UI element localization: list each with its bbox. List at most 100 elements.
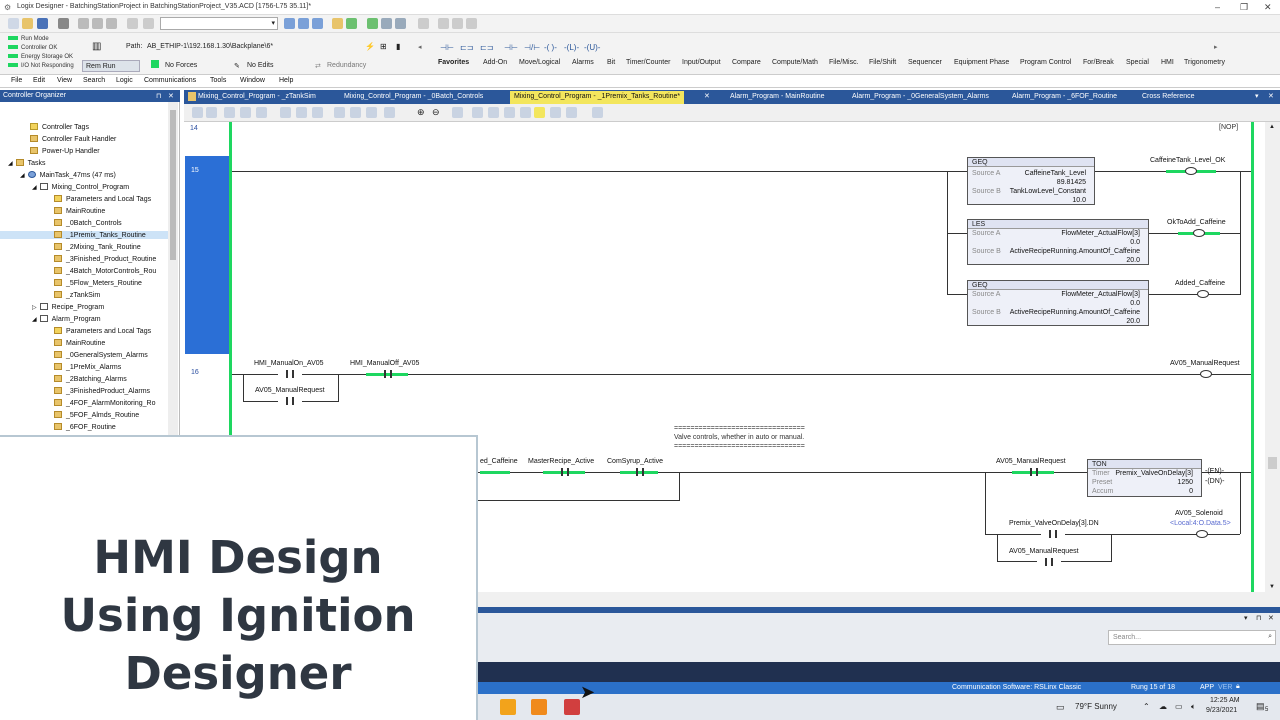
xio-contact[interactable] (376, 370, 400, 378)
xic-contact[interactable] (1041, 530, 1065, 538)
search-input[interactable]: Search... ⌕ (1108, 630, 1276, 645)
close-tab-icon[interactable]: ✕ (704, 92, 710, 100)
path-value[interactable]: AB_ETHIP-1\192.168.1.30\Backplane\6* (147, 43, 273, 50)
tree-item[interactable]: _1PreMix_Alarms (54, 363, 121, 371)
close-editor-icon[interactable]: ✕ (1268, 92, 1274, 100)
contact-tag[interactable]: HMI_ManualOff_AV05 (350, 360, 419, 367)
ote-coil[interactable] (1197, 290, 1209, 298)
panel-menu-icon[interactable]: ▾ (1244, 614, 1248, 622)
ote-coil[interactable] (1200, 370, 1212, 378)
ladder-tool-icon[interactable] (334, 107, 345, 118)
ladder-tool-icon[interactable] (592, 107, 603, 118)
ladder-tool-icon[interactable] (504, 107, 515, 118)
xic-contact[interactable] (278, 397, 302, 405)
editor-tab[interactable]: Alarm_Program - MainRoutine (726, 91, 829, 104)
ton-instruction[interactable]: TON Timer Premix_ValveOnDelay[3] Preset … (1087, 459, 1202, 497)
contact-tag[interactable]: ed_Caffeine (480, 458, 518, 465)
copy-icon[interactable] (92, 18, 103, 29)
ladder-tool-icon[interactable] (256, 107, 267, 118)
tree-item[interactable]: _6FOF_Routine (54, 423, 116, 431)
instr-tab[interactable]: Input/Output (682, 59, 721, 66)
editor-tab[interactable]: Mixing_Control_Program - _0Batch_Control… (340, 91, 487, 104)
menu-help[interactable]: Help (279, 77, 293, 84)
taskbar-app-icon[interactable] (531, 699, 547, 715)
instr-tab[interactable]: File/Shift (869, 59, 896, 66)
save-icon[interactable] (37, 18, 48, 29)
tree-item[interactable]: MainRoutine (54, 207, 105, 215)
mode-dropdown[interactable]: Rem Run (82, 60, 140, 72)
rung-comment[interactable]: Valve controls, whether in auto or manua… (674, 434, 804, 441)
pin-icon[interactable]: ⊓ (156, 92, 161, 100)
clock-time[interactable]: 12:25 AM (1210, 697, 1240, 704)
coil-tag[interactable]: OkToAdd_Caffeine (1167, 219, 1226, 226)
ote-coil[interactable] (1193, 229, 1205, 237)
window-icon[interactable] (452, 18, 463, 29)
scroll-right-icon[interactable]: ▸ (1214, 43, 1218, 51)
ladder-scrollbar[interactable]: ▲ ▼ (1265, 122, 1280, 607)
online-icon[interactable] (346, 18, 357, 29)
tree-item-tasks[interactable]: ◢ Tasks (8, 159, 46, 167)
instr-tab[interactable]: Trigonometry (1184, 59, 1225, 66)
coil-tag[interactable]: AV05_Solenoid (1175, 510, 1223, 517)
les-instruction[interactable]: LES Source A FlowMeter_ActualFlow[3] 0.0… (967, 219, 1149, 265)
find-next-icon[interactable] (298, 18, 309, 29)
tree-item[interactable]: Power-Up Handler (30, 147, 100, 155)
layout-icon[interactable] (438, 18, 449, 29)
editor-tab[interactable]: Alarm_Program - _0GeneralSystem_Alarms (848, 91, 993, 104)
operand-tag[interactable]: FlowMeter_ActualFlow[3] (1061, 291, 1140, 298)
clock-date[interactable]: 9/23/2021 (1206, 707, 1237, 714)
rung-selection-marker[interactable] (185, 156, 230, 354)
instr-tab[interactable]: Equipment Phase (954, 59, 1009, 66)
operand-tag[interactable]: TankLowLevel_Constant (1010, 188, 1086, 195)
tree-item[interactable]: Controller Tags (30, 123, 89, 131)
minimize-icon[interactable]: – (1215, 2, 1220, 12)
operand-tag[interactable]: CaffeineTank_Level (1025, 170, 1086, 177)
zoom-out-icon[interactable]: ⊖ (432, 107, 440, 118)
ladder-tool-icon[interactable] (384, 107, 395, 118)
browse-icon[interactable] (312, 18, 323, 29)
tree-item[interactable]: _4FOF_AlarmMonitoring_Ro (54, 399, 155, 407)
menu-window[interactable]: Window (240, 77, 265, 84)
editor-tab[interactable]: Mixing_Control_Program - _zTankSim (194, 91, 320, 104)
tree-item[interactable]: _2Mixing_Tank_Routine (54, 243, 141, 251)
paste-icon[interactable] (106, 18, 117, 29)
contact-tag[interactable]: HMI_ManualOn_AV05 (254, 360, 324, 367)
edits-status[interactable]: No Edits (247, 62, 273, 69)
search-combo[interactable]: ▾ (160, 17, 278, 30)
xic-icon[interactable]: ⊣⊢ (504, 43, 518, 52)
print-icon[interactable] (58, 18, 69, 29)
redo-icon[interactable] (143, 18, 154, 29)
ladder-tool-icon[interactable] (566, 107, 577, 118)
tree-item-maintask[interactable]: ◢ MainTask_47ms (47 ms) (20, 171, 116, 179)
editor-tab[interactable]: Alarm_Program - _6FOF_Routine (1008, 91, 1121, 104)
instr-tab[interactable]: Alarms (572, 59, 594, 66)
xic-contact[interactable] (628, 468, 652, 476)
rung-icon[interactable]: ⊣⊢ (440, 43, 454, 52)
tree-item[interactable]: MainRoutine (54, 339, 105, 347)
close-icon[interactable]: ✕ (1264, 2, 1272, 13)
instr-tab[interactable]: Program Control (1020, 59, 1071, 66)
coil-tag[interactable]: CaffeineTank_Level_OK (1150, 157, 1225, 164)
menu-view[interactable]: View (57, 77, 72, 84)
scroll-up-icon[interactable]: ▲ (1269, 124, 1275, 130)
ladder-tool-icon[interactable] (192, 107, 203, 118)
weather-text[interactable]: 79°F Sunny (1075, 702, 1117, 711)
instr-tab[interactable]: Bit (607, 59, 615, 66)
undo-icon[interactable] (127, 18, 138, 29)
contact-tag[interactable]: ComSyrup_Active (607, 458, 663, 465)
tree-item[interactable]: Controller Fault Handler (30, 135, 116, 143)
tray-chevron-icon[interactable]: ⌃ (1143, 702, 1150, 711)
redundancy-status[interactable]: Redundancy (327, 62, 366, 69)
lock-icon[interactable]: ▮ (396, 42, 400, 51)
branch-level-icon[interactable]: ⊏⊐ (480, 43, 493, 52)
ote-icon[interactable]: -( )- (544, 43, 557, 52)
open-icon[interactable] (22, 18, 33, 29)
notification-icon[interactable]: ▤ (1256, 701, 1265, 712)
ote-coil[interactable] (1185, 167, 1197, 175)
instr-tab-favorites[interactable]: Favorites (438, 59, 469, 66)
xio-contact[interactable] (1037, 558, 1061, 566)
volume-icon[interactable]: 🔈︎ (1191, 702, 1196, 712)
verify-icon[interactable] (332, 18, 343, 29)
tree-item-selected[interactable]: _1Premix_Tanks_Routine (0, 231, 178, 239)
accept-edits-icon[interactable] (367, 18, 378, 29)
